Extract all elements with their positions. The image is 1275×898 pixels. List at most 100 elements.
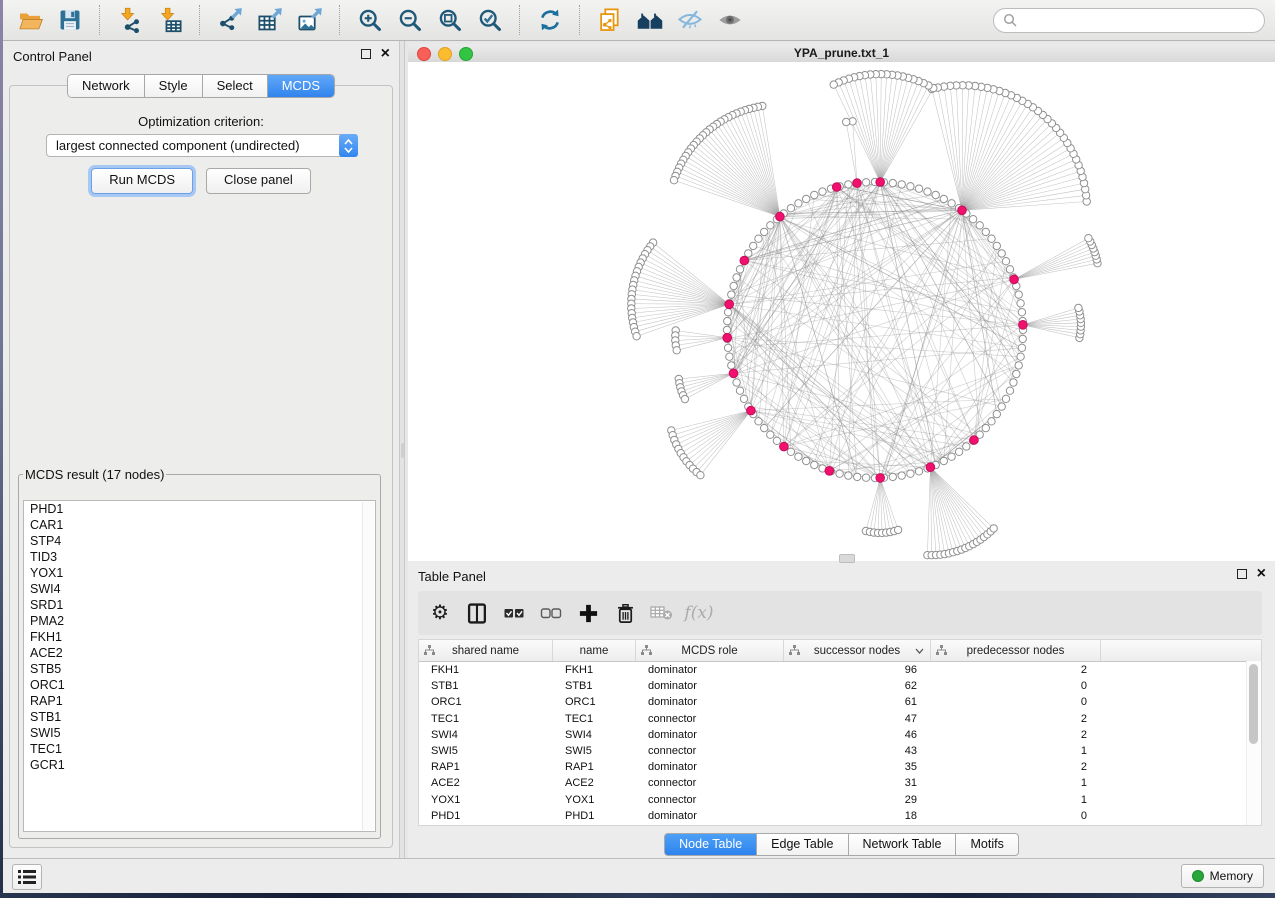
network-node[interactable]: [955, 448, 962, 455]
network-node[interactable]: [898, 181, 905, 188]
mcds-result-item[interactable]: CAR1: [24, 517, 375, 533]
network-node[interactable]: [724, 317, 731, 324]
mcds-result-item[interactable]: SRD1: [24, 597, 375, 613]
mcds-result-item[interactable]: TEC1: [24, 741, 375, 757]
zoom-fit-button[interactable]: [433, 5, 466, 35]
network-node[interactable]: [1085, 235, 1092, 242]
mcds-hub-node[interactable]: [876, 474, 885, 483]
network-node[interactable]: [750, 242, 757, 249]
network-node[interactable]: [845, 181, 852, 188]
network-node[interactable]: [1018, 309, 1025, 316]
network-node[interactable]: [733, 379, 740, 386]
network-node[interactable]: [811, 191, 818, 198]
network-node[interactable]: [982, 424, 989, 431]
network-node[interactable]: [726, 353, 733, 360]
network-node[interactable]: [761, 424, 768, 431]
mcds-hub-node[interactable]: [853, 179, 862, 188]
network-node[interactable]: [907, 183, 914, 190]
float-panel-icon[interactable]: [361, 49, 371, 59]
tab-style[interactable]: Style: [145, 75, 203, 97]
network-node[interactable]: [681, 395, 688, 402]
mcds-hub-node[interactable]: [970, 436, 979, 445]
maximize-window-icon[interactable]: [459, 47, 473, 61]
network-node[interactable]: [915, 185, 922, 192]
mcds-hub-node[interactable]: [958, 206, 967, 215]
mcds-hub-node[interactable]: [729, 369, 738, 378]
network-node[interactable]: [733, 274, 740, 281]
table-row[interactable]: ACE2ACE2connector311: [419, 775, 1261, 791]
mcds-result-item[interactable]: ORC1: [24, 677, 375, 693]
network-node[interactable]: [755, 418, 762, 425]
network-node[interactable]: [1018, 344, 1025, 351]
mcds-result-item[interactable]: STP4: [24, 533, 375, 549]
network-node[interactable]: [673, 347, 680, 354]
network-node[interactable]: [862, 474, 869, 481]
horizontal-splitter-handle[interactable]: [839, 554, 855, 563]
network-node[interactable]: [907, 470, 914, 477]
close-panel-button[interactable]: Close panel: [206, 168, 311, 194]
tab-node-table[interactable]: Node Table: [664, 833, 757, 856]
network-node[interactable]: [993, 242, 1000, 249]
delete-table-button-disabled[interactable]: [650, 601, 674, 625]
network-node[interactable]: [862, 179, 869, 186]
network-node[interactable]: [1017, 353, 1024, 360]
zoom-in-button[interactable]: [353, 5, 386, 35]
mcds-result-item[interactable]: ACE2: [24, 645, 375, 661]
column-header-shared-name[interactable]: shared name: [419, 640, 553, 661]
mcds-result-item[interactable]: FKH1: [24, 629, 375, 645]
mcds-hub-node[interactable]: [1010, 275, 1019, 284]
run-mcds-button[interactable]: Run MCDS: [91, 168, 193, 194]
network-node[interactable]: [1013, 370, 1020, 377]
table-options-button[interactable]: ⚙: [428, 601, 452, 625]
show-all-button[interactable]: [713, 5, 746, 35]
network-node[interactable]: [724, 344, 731, 351]
network-node[interactable]: [948, 453, 955, 460]
network-node[interactable]: [948, 200, 955, 207]
network-node[interactable]: [915, 468, 922, 475]
network-node[interactable]: [724, 309, 731, 316]
network-node[interactable]: [1006, 387, 1013, 394]
close-window-icon[interactable]: [417, 47, 431, 61]
network-node[interactable]: [843, 118, 850, 125]
network-node[interactable]: [819, 188, 826, 195]
criterion-dropdown[interactable]: largest connected component (undirected): [46, 134, 358, 157]
list-scrollbar[interactable]: [362, 502, 374, 830]
scrollbar-thumb[interactable]: [1249, 664, 1258, 744]
show-columns-button[interactable]: [465, 601, 489, 625]
network-node[interactable]: [728, 291, 735, 298]
network-node[interactable]: [787, 448, 794, 455]
mcds-result-item[interactable]: SWI4: [24, 581, 375, 597]
mcds-hub-node[interactable]: [780, 442, 789, 451]
refresh-button[interactable]: [533, 5, 566, 35]
mcds-hub-node[interactable]: [832, 183, 841, 192]
mcds-hub-node[interactable]: [825, 467, 834, 476]
close-panel-icon[interactable]: ×: [381, 49, 390, 59]
network-node[interactable]: [670, 177, 677, 184]
network-node[interactable]: [1019, 335, 1026, 342]
open-file-button[interactable]: [13, 5, 46, 35]
column-header-predecessor-nodes[interactable]: predecessor nodes: [931, 640, 1101, 661]
tab-network[interactable]: Network: [68, 75, 145, 97]
network-node[interactable]: [730, 282, 737, 289]
network-node[interactable]: [761, 228, 768, 235]
mcds-hub-node[interactable]: [876, 178, 885, 187]
network-node[interactable]: [736, 266, 743, 273]
create-column-button[interactable]: [576, 601, 600, 625]
network-node[interactable]: [924, 188, 931, 195]
network-node[interactable]: [1010, 379, 1017, 386]
splitter-handle[interactable]: [401, 443, 404, 458]
network-node[interactable]: [889, 473, 896, 480]
import-network-button[interactable]: [113, 5, 146, 35]
tab-select[interactable]: Select: [203, 75, 268, 97]
network-node[interactable]: [845, 472, 852, 479]
network-node[interactable]: [773, 437, 780, 444]
network-node[interactable]: [767, 222, 774, 229]
network-node[interactable]: [836, 470, 843, 477]
network-node[interactable]: [767, 431, 774, 438]
network-node[interactable]: [795, 200, 802, 207]
network-node[interactable]: [940, 195, 947, 202]
table-row[interactable]: SWI5SWI5connector431: [419, 743, 1261, 759]
network-node[interactable]: [894, 526, 901, 533]
tab-network-table[interactable]: Network Table: [849, 833, 957, 856]
network-node[interactable]: [740, 395, 747, 402]
